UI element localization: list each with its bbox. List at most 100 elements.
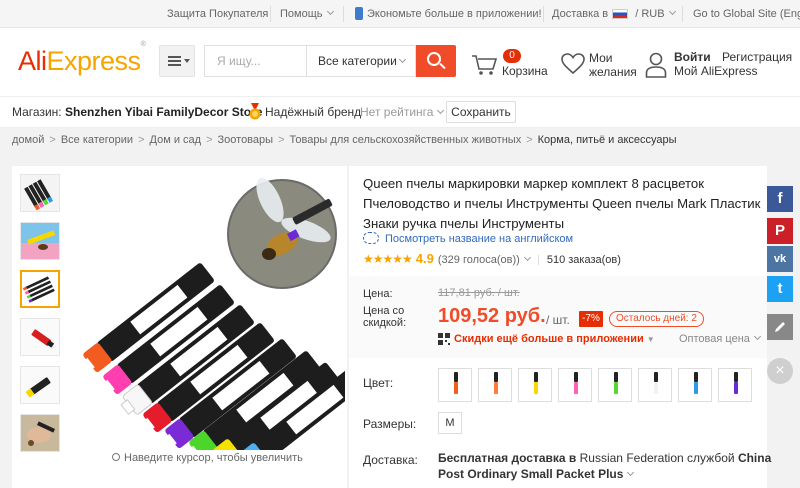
shipping-destination-link[interactable]: Russian Federation bbox=[580, 451, 684, 465]
product-title: Queen пчелы маркировки маркер комплект 8… bbox=[363, 176, 761, 231]
breadcrumb-item[interactable]: домой bbox=[12, 134, 44, 146]
marker-color-tip bbox=[454, 382, 458, 394]
close-icon[interactable]: × bbox=[767, 358, 793, 384]
breadcrumb: домой > Все категории > Дом и сад > Зоотовары >… bbox=[12, 128, 677, 152]
marker-body bbox=[654, 372, 658, 382]
color-swatch-option[interactable] bbox=[678, 368, 712, 402]
gallery-thumbnail[interactable] bbox=[20, 174, 60, 212]
color-swatch-option[interactable] bbox=[718, 368, 752, 402]
caret-down-icon: ▼ bbox=[646, 335, 655, 344]
marker-set-thumbnail-image bbox=[22, 272, 58, 306]
color-swatch-option[interactable] bbox=[638, 368, 672, 402]
translate-icon bbox=[363, 232, 379, 245]
help-menu[interactable]: Помощь bbox=[280, 0, 334, 28]
marker-body bbox=[574, 372, 578, 382]
color-swatch-option[interactable] bbox=[478, 368, 512, 402]
shipping-text: Бесплатная доставка в bbox=[438, 451, 577, 465]
search-input[interactable] bbox=[205, 46, 306, 76]
gallery-thumbnail[interactable] bbox=[20, 414, 60, 452]
color-swatch-option[interactable] bbox=[438, 368, 472, 402]
facebook-share-icon[interactable]: f bbox=[767, 186, 793, 212]
gallery-thumbnail[interactable] bbox=[20, 222, 60, 260]
register-link[interactable]: Регистрация bbox=[722, 50, 792, 64]
gallery-thumbnail[interactable] bbox=[20, 366, 60, 404]
cart-count-badge: 0 bbox=[503, 49, 521, 63]
rating-score: 4.9 bbox=[415, 251, 434, 266]
cart-link[interactable]: 0 Корзина bbox=[471, 48, 551, 88]
translate-label: Посмотреть название на английском bbox=[385, 233, 574, 245]
product-gallery: Наведите курсор, чтобы увеличить bbox=[12, 166, 347, 488]
translate-title-link[interactable]: Посмотреть название на английском bbox=[363, 232, 574, 245]
size-label: Размеры: bbox=[363, 417, 417, 431]
divider bbox=[682, 6, 683, 22]
app-discount-link[interactable]: Скидки ещё больше в приложении ▼ bbox=[454, 333, 655, 345]
store-label: Магазин: bbox=[12, 105, 62, 119]
breadcrumb-item[interactable]: Товары для сельскохозяйственных животных bbox=[290, 134, 522, 146]
marker-body bbox=[694, 372, 698, 382]
my-aliexpress-link[interactable]: Мой AliExpress bbox=[674, 64, 758, 78]
divider bbox=[270, 6, 271, 22]
color-swatch-option[interactable] bbox=[558, 368, 592, 402]
discount-price-label: Цена со bbox=[363, 305, 405, 317]
marker-color-tip bbox=[534, 382, 538, 394]
ship-to-menu[interactable]: Доставка в / RUB bbox=[552, 0, 676, 28]
breadcrumb-separator: > bbox=[526, 134, 533, 146]
gallery-thumbnail-active[interactable] bbox=[20, 270, 60, 308]
twitter-share-icon[interactable]: t bbox=[767, 276, 793, 302]
app-promo-link[interactable]: Экономьте больше в приложении! bbox=[355, 0, 542, 28]
chevron-down-icon[interactable] bbox=[627, 468, 635, 477]
color-swatch-option[interactable] bbox=[598, 368, 632, 402]
breadcrumb-separator: > bbox=[138, 134, 145, 146]
ship-to-label: Доставка в bbox=[552, 8, 609, 20]
marker-color-tip bbox=[494, 382, 498, 394]
zoom-hint-label: Наведите курсор, чтобы увеличить bbox=[124, 452, 303, 464]
chevron-down-icon[interactable] bbox=[523, 253, 531, 262]
marker-color-tip bbox=[574, 382, 578, 394]
gallery-thumbnail[interactable] bbox=[20, 318, 60, 356]
marker-body bbox=[614, 372, 618, 382]
pinterest-share-icon[interactable]: P bbox=[767, 218, 793, 244]
discount-badge: -7% bbox=[579, 311, 603, 327]
login-link[interactable]: Войти bbox=[674, 50, 711, 64]
magnifier-icon bbox=[112, 453, 120, 462]
wholesale-price-menu[interactable]: Оптовая цена bbox=[679, 332, 761, 345]
price-label: Цена: bbox=[363, 288, 393, 300]
breadcrumb-item[interactable]: Все категории bbox=[61, 134, 133, 146]
size-option-button[interactable]: M bbox=[438, 412, 462, 434]
cart-icon bbox=[472, 55, 497, 75]
store-name-link[interactable]: Shenzhen Yibai FamilyDecor Store bbox=[65, 97, 262, 127]
wishlist-link[interactable]: Мои желания bbox=[561, 48, 641, 88]
categories-menu-button[interactable] bbox=[159, 45, 195, 77]
help-label: Помощь bbox=[280, 8, 323, 20]
vk-share-icon[interactable]: vk bbox=[767, 246, 793, 272]
color-swatch-option[interactable] bbox=[518, 368, 552, 402]
breadcrumb-item[interactable]: Дом и сад bbox=[150, 134, 202, 146]
search-button[interactable] bbox=[416, 45, 456, 77]
buyer-protection-link[interactable]: Защита Покупателя bbox=[167, 0, 268, 28]
votes-count-link[interactable]: (329 голоса(ов)) bbox=[438, 254, 520, 266]
top-bar: Защита Покупателя Помощь Экономьте больш… bbox=[0, 0, 800, 28]
logo-text: Express bbox=[46, 46, 142, 76]
medal-icon bbox=[249, 103, 261, 120]
divider bbox=[537, 255, 539, 266]
app-discount-label: Скидки ещё больше в приложении bbox=[454, 333, 644, 345]
breadcrumb-item[interactable]: Корма, питьё и аксессуары bbox=[538, 134, 677, 146]
menu-icon bbox=[168, 56, 181, 58]
product-info: Queen пчелы маркировки маркер комплект 8… bbox=[349, 166, 771, 488]
search-box bbox=[204, 45, 306, 77]
chevron-down-icon bbox=[326, 7, 334, 16]
russia-flag-icon bbox=[612, 9, 629, 20]
shipping-info: Бесплатная доставка в Russian Federation… bbox=[438, 450, 773, 482]
currency-label: RUB bbox=[641, 8, 665, 20]
aliexpress-logo[interactable]: AliExpress® bbox=[18, 41, 146, 77]
category-select[interactable]: Все категории bbox=[306, 45, 416, 77]
search-icon-handle bbox=[439, 62, 446, 70]
rating-stars-icon: ★★★★★ bbox=[363, 252, 413, 266]
edit-pencil-icon[interactable] bbox=[767, 314, 793, 340]
save-store-button[interactable]: Сохранить bbox=[446, 101, 516, 123]
cart-label: Корзина bbox=[502, 64, 548, 78]
divider bbox=[543, 6, 544, 22]
store-rating-menu[interactable]: Нет рейтинга bbox=[360, 97, 445, 127]
breadcrumb-item[interactable]: Зоотовары bbox=[218, 134, 274, 146]
global-site-link[interactable]: Go to Global Site (English) bbox=[693, 0, 800, 28]
